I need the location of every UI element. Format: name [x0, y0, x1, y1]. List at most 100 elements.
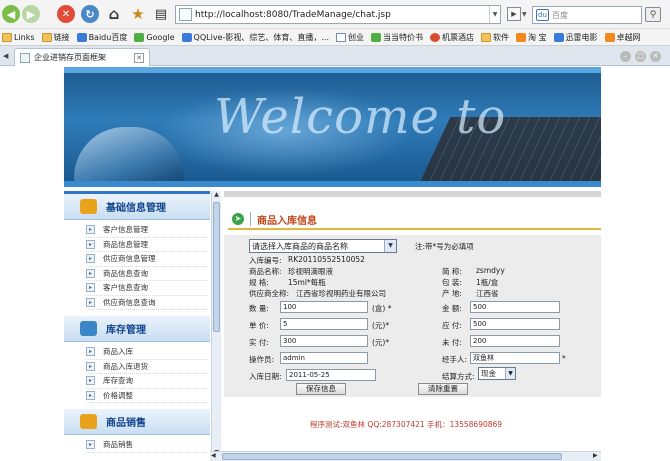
- menu-item[interactable]: ▸ 商品信息查询: [86, 267, 207, 281]
- menu-section-header[interactable]: 库存管理: [64, 316, 210, 342]
- chevron-down-icon[interactable]: ▼: [505, 368, 515, 379]
- settle-method-value[interactable]: 现金: [479, 368, 505, 379]
- section-icon: [80, 321, 97, 336]
- scroll-up-icon[interactable]: ▲: [212, 191, 221, 200]
- site-icon: [181, 32, 192, 42]
- arrow-box-icon: ▸: [86, 440, 95, 450]
- tab-bar: ◀ 企业进销存页面框架 ✕ – □ ✕: [0, 46, 670, 66]
- bookmark-label: 迅雷电影: [565, 32, 598, 42]
- menu-item-label: 供应商信息查询: [103, 297, 156, 307]
- menu-item-label: 商品入库: [103, 347, 133, 357]
- scroll-right-icon[interactable]: ▶: [593, 452, 598, 459]
- baidu-icon[interactable]: du: [536, 9, 549, 21]
- bookmark-item[interactable]: 链接: [41, 32, 70, 43]
- bookmark-label: 淘 宝: [528, 32, 547, 42]
- bookmark-label: Baidu百度: [88, 32, 128, 42]
- bookmark-item[interactable]: 迅雷电影: [553, 32, 598, 43]
- home-icon[interactable]: ⌂: [104, 5, 124, 23]
- unpaid-input[interactable]: 200: [470, 335, 560, 347]
- settle-method-select[interactable]: 现金 ▼: [478, 367, 516, 380]
- unit-price-input[interactable]: 5: [280, 318, 368, 330]
- product-name-value: 珍视明滴眼液: [288, 267, 333, 276]
- date-input[interactable]: 2011-05-25: [286, 369, 376, 381]
- bookmark-label: Google: [146, 32, 175, 42]
- bookmark-item[interactable]: Google: [134, 32, 175, 42]
- content-top-bar: [224, 191, 601, 197]
- go-dropdown-icon[interactable]: ▼: [522, 7, 530, 21]
- bookmark-item[interactable]: Links: [2, 32, 35, 42]
- search-icon[interactable]: ⚲: [645, 7, 661, 22]
- refresh-icon[interactable]: ↻: [81, 5, 99, 23]
- tab-active[interactable]: 企业进销存页面框架 ✕: [14, 48, 150, 66]
- required-note: 注:带*号为必填项: [415, 242, 474, 251]
- bookmark-item[interactable]: 软件: [481, 32, 509, 43]
- menu-item-label: 商品信息管理: [103, 239, 148, 249]
- forward-arrow-icon[interactable]: ▶: [22, 5, 40, 23]
- maximize-icon[interactable]: □: [635, 51, 646, 62]
- paid-input[interactable]: 300: [280, 335, 368, 347]
- welcome-banner: Welcome to: [64, 67, 601, 187]
- browser-toolbar: ◀ ▶ ✕ ↻ ⌂ ★ ▤ http://localhost:8080/Trad…: [0, 0, 670, 29]
- reading-list-icon[interactable]: ▤: [151, 5, 171, 23]
- minimize-icon[interactable]: –: [620, 51, 631, 62]
- payable-input[interactable]: 500: [470, 318, 560, 330]
- menu-section-header[interactable]: 基础信息管理: [64, 194, 210, 220]
- scroll-left-icon[interactable]: ◀: [211, 452, 216, 459]
- horizontal-scrollbar[interactable]: ◀ ▶: [210, 451, 601, 461]
- folder-icon: [2, 32, 12, 42]
- tab-close-icon[interactable]: ✕: [134, 52, 144, 63]
- unit-price-label: 单 价:: [249, 321, 269, 330]
- sidebar-scrollbar[interactable]: ▲ ▼: [211, 191, 221, 461]
- chevron-down-icon[interactable]: ▼: [384, 240, 396, 252]
- search-input[interactable]: du 百度: [532, 6, 642, 24]
- close-icon[interactable]: ✕: [650, 51, 661, 62]
- spec-label: 规 格:: [249, 278, 269, 287]
- operator-input[interactable]: admin: [280, 352, 368, 364]
- bookmark-label: QQLive-影视、综艺、体育、直播，...: [193, 32, 329, 42]
- back-arrow-icon[interactable]: ◀: [2, 5, 20, 23]
- amount-label: 金 额:: [442, 304, 462, 313]
- menu-item[interactable]: ▸ 供应商信息查询: [86, 296, 207, 310]
- bookmark-item[interactable]: 当当特价书: [371, 32, 423, 43]
- menu-item[interactable]: ▸ 商品销售: [86, 438, 207, 453]
- menu-item[interactable]: ▸ 商品信息管理: [86, 238, 207, 252]
- bookmark-item[interactable]: Baidu百度: [76, 32, 128, 43]
- quantity-input[interactable]: 100: [280, 301, 368, 313]
- menu-item[interactable]: ▸ 商品入库: [86, 345, 207, 360]
- menu-item[interactable]: ▸ 商品入库退货: [86, 360, 207, 374]
- page-icon: [20, 52, 30, 63]
- menu-item[interactable]: ▸ 价格调整: [86, 389, 207, 403]
- menu-item[interactable]: ▸ 客户信息查询: [86, 281, 207, 296]
- reset-button[interactable]: 清除重置: [418, 383, 468, 395]
- scroll-thumb[interactable]: [222, 453, 562, 460]
- product-select[interactable]: 请选择入库商品的商品名称 ▼: [249, 239, 397, 253]
- menu-item[interactable]: ▸ 客户信息管理: [86, 223, 207, 238]
- product-select-value[interactable]: 请选择入库商品的商品名称: [250, 241, 384, 252]
- favorites-star-icon[interactable]: ★: [128, 5, 148, 23]
- address-dropdown-icon[interactable]: ▼: [489, 6, 500, 23]
- bookmark-item[interactable]: 卓越网: [604, 32, 641, 43]
- handler-input[interactable]: 双鱼林: [470, 352, 560, 364]
- go-arrow-icon[interactable]: ▶: [507, 7, 521, 21]
- menu-section-header[interactable]: 商品销售: [64, 409, 210, 435]
- bookmark-item[interactable]: 淘 宝: [516, 32, 547, 43]
- tab-scroll-left-icon[interactable]: ◀: [3, 52, 8, 60]
- page-left-margin: [0, 67, 62, 461]
- menu-item[interactable]: ▸ 供应商信息管理: [86, 252, 207, 267]
- bookmark-item[interactable]: QQLive-影视、综艺、体育、直播，...: [181, 32, 329, 43]
- save-button[interactable]: 保存信息: [296, 383, 346, 395]
- package-value: 1瓶/盒: [476, 278, 499, 287]
- address-url[interactable]: http://localhost:8080/TradeManage/chat.j…: [195, 10, 489, 20]
- bookmark-item[interactable]: 创业: [336, 32, 364, 43]
- scroll-thumb[interactable]: [213, 202, 220, 332]
- site-icon: [516, 32, 526, 42]
- address-bar[interactable]: http://localhost:8080/TradeManage/chat.j…: [175, 5, 501, 24]
- search-placeholder[interactable]: 百度: [552, 10, 568, 21]
- stop-icon[interactable]: ✕: [57, 5, 75, 23]
- menu-item-label: 供应商信息管理: [103, 254, 156, 264]
- supplier-value: 江西省珍视明药业有限公司: [296, 289, 386, 298]
- bookmark-item[interactable]: 机票酒店: [430, 32, 474, 43]
- menu-item[interactable]: ▸ 库存查询: [86, 374, 207, 389]
- amount-input[interactable]: 500: [470, 301, 560, 313]
- quantity-unit: (盒) *: [372, 304, 392, 313]
